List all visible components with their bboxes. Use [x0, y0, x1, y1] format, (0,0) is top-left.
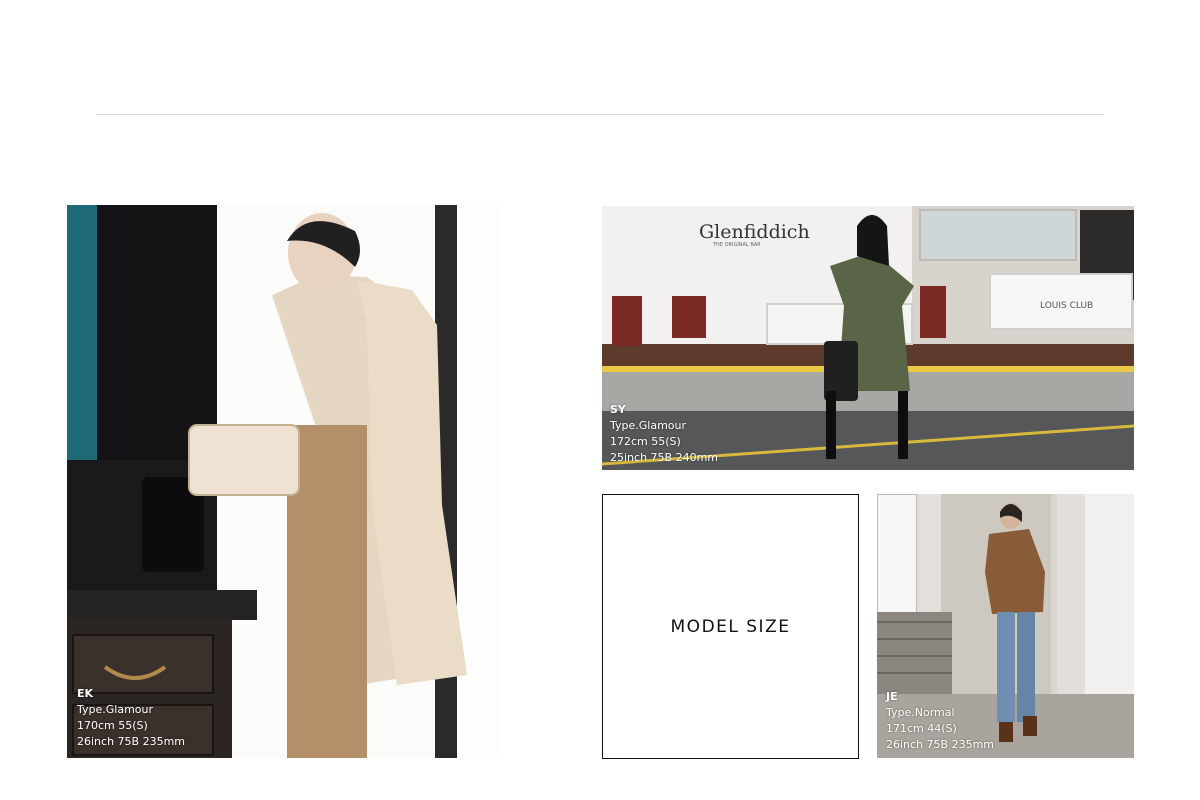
- model-size-heading: MODEL SIZE: [670, 616, 791, 637]
- model-photo-sy[interactable]: Glenfiddich THE ORIGINAL BAR LOUIS CLUB …: [602, 206, 1134, 470]
- model-type: Type.Normal: [886, 706, 955, 719]
- glenfiddich-subsign: THE ORIGINAL BAR: [712, 242, 761, 248]
- model-type: Type.Glamour: [610, 419, 687, 432]
- model-body-sizes: 26inch 75B 235mm: [886, 738, 995, 751]
- model-photo-ek-image: [67, 205, 501, 758]
- section-divider: [96, 114, 1104, 115]
- model-body-sizes: 26inch 75B 235mm: [77, 735, 186, 748]
- model-caption-sy: SY Type.Glamour 172cm 55(S) 25inch 75B 2…: [610, 402, 718, 466]
- model-code: EK: [77, 687, 94, 700]
- louis-club-sign: LOUIS CLUB: [1040, 301, 1093, 311]
- model-photo-je[interactable]: JE Type.Normal 171cm 44(S) 26inch 75B 23…: [877, 494, 1134, 758]
- model-measurements: 171cm 44(S): [886, 722, 957, 735]
- model-code: SY: [610, 403, 626, 416]
- model-caption-ek: EK Type.Glamour 170cm 55(S) 26inch 75B 2…: [77, 686, 185, 750]
- model-type: Type.Glamour: [77, 703, 154, 716]
- model-photo-ek[interactable]: EK Type.Glamour 170cm 55(S) 26inch 75B 2…: [67, 205, 501, 758]
- model-caption-je: JE Type.Normal 171cm 44(S) 26inch 75B 23…: [886, 689, 994, 753]
- model-measurements: 170cm 55(S): [77, 719, 148, 732]
- glenfiddich-sign: Glenfiddich: [699, 221, 810, 243]
- model-measurements: 172cm 55(S): [610, 435, 681, 448]
- model-size-panel: MODEL SIZE: [602, 494, 859, 759]
- model-body-sizes: 25inch 75B 240mm: [610, 451, 719, 464]
- model-code: JE: [886, 690, 898, 703]
